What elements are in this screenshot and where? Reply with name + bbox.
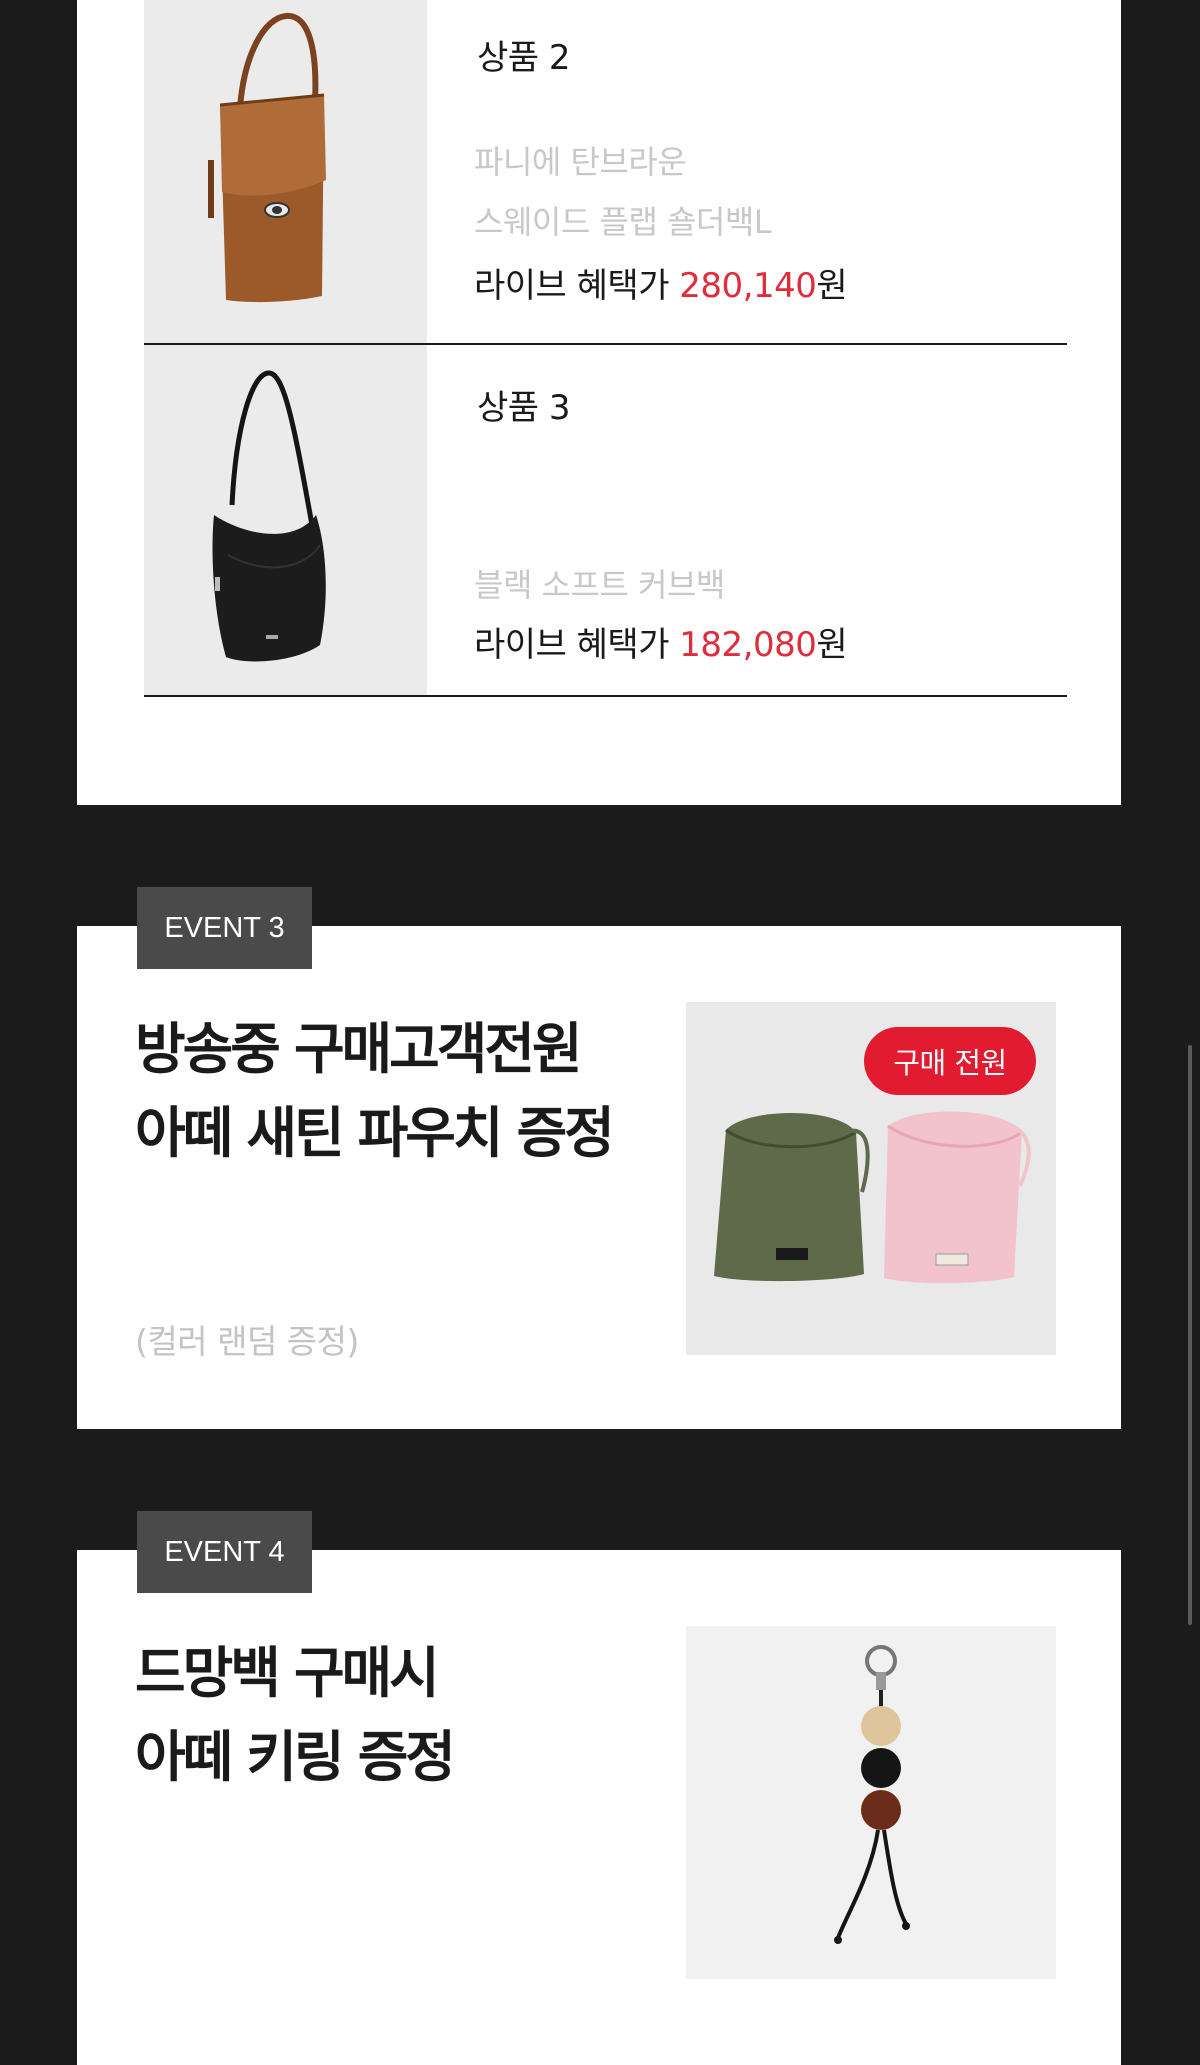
product-label: 상품 2 <box>477 38 571 78</box>
product-row[interactable]: 상품 3 블랙 소프트 커브백 라이브 혜택가 182,080원 <box>144 345 1067 697</box>
event-tag: EVENT 4 <box>137 1511 312 1593</box>
product-name-line: 블랙 소프트 커브백 <box>474 566 725 604</box>
product-thumbnail[interactable] <box>144 0 427 343</box>
product-list-card: 상품 2 파니에 탄브라운 스웨이드 플랩 숄더백L 라이브 혜택가 280,1… <box>77 0 1121 805</box>
scrollbar-thumb[interactable] <box>1188 1045 1192 1625</box>
product-info: 상품 2 파니에 탄브라운 스웨이드 플랩 숄더백L 라이브 혜택가 280,1… <box>474 0 1067 343</box>
event-headline-line: 아떼 새틴 파우치 증정 <box>135 1101 615 1165</box>
scrollbar[interactable] <box>1188 1045 1192 1625</box>
event-note: (컬러 랜덤 증정) <box>135 1322 359 1361</box>
event-headline-line: 드망백 구매시 <box>135 1641 440 1705</box>
product-row[interactable]: 상품 2 파니에 탄브라운 스웨이드 플랩 숄더백L 라이브 혜택가 280,1… <box>144 0 1067 345</box>
product-thumbnail[interactable] <box>144 345 427 695</box>
black-curve-bag-image <box>212 370 326 662</box>
product-name-line: 스웨이드 플랩 숄더백L <box>474 203 772 241</box>
product-name: 파니에 탄브라운 스웨이드 플랩 숄더백L <box>474 132 772 252</box>
event-headline-line: 아떼 키링 증정 <box>135 1725 456 1789</box>
keyring-image <box>834 1645 910 1944</box>
price-suffix: 원 <box>816 266 848 306</box>
price-line: 라이브 혜택가 182,080원 <box>474 617 848 666</box>
product-info: 상품 3 블랙 소프트 커브백 라이브 혜택가 182,080원 <box>474 345 1067 695</box>
price-value: 280,140 <box>679 266 817 306</box>
event-headline: 드망백 구매시 아떼 키링 증정 <box>135 1631 456 1799</box>
event-headline: 방송중 구매고객전원 아떼 새틴 파우치 증정 <box>135 1007 615 1175</box>
satin-pouch-image <box>714 1111 1031 1284</box>
price-prefix: 라이브 혜택가 <box>474 625 680 665</box>
event-headline-line: 방송중 구매고객전원 <box>135 1017 583 1081</box>
event-image: 구매 전원 <box>686 1002 1056 1355</box>
event-image <box>686 1626 1056 1979</box>
product-label: 상품 3 <box>477 388 571 428</box>
product-name: 블랙 소프트 커브백 <box>474 555 725 615</box>
event-tag: EVENT 3 <box>137 887 312 969</box>
price-line: 라이브 혜택가 280,140원 <box>474 258 848 307</box>
brown-suede-bag-image <box>208 12 326 303</box>
product-name-line: 파니에 탄브라운 <box>474 143 687 181</box>
price-prefix: 라이브 혜택가 <box>474 266 680 306</box>
price-suffix: 원 <box>816 625 848 665</box>
price-value: 182,080 <box>679 625 817 665</box>
